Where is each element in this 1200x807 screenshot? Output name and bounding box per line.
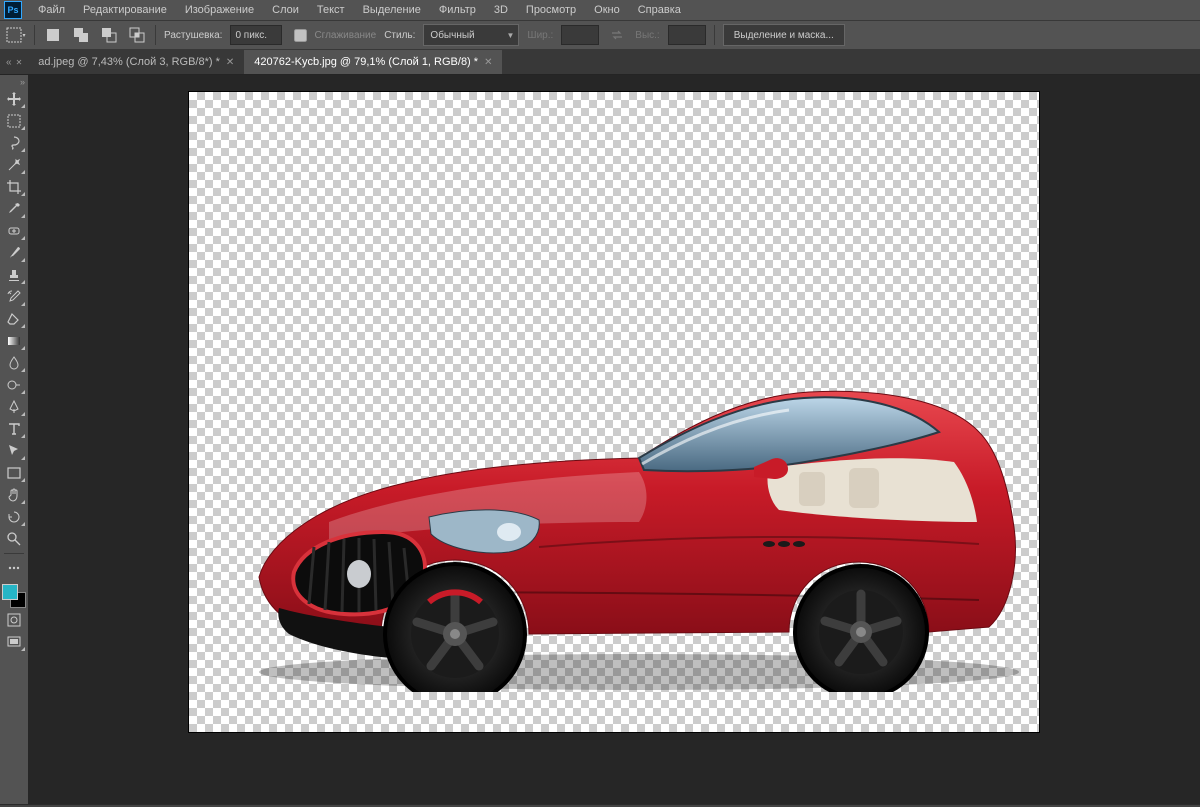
menu-help[interactable]: Справка xyxy=(630,2,689,18)
canvas-area[interactable] xyxy=(28,75,1200,804)
separator xyxy=(714,25,715,45)
document-canvas[interactable] xyxy=(188,91,1040,733)
tools-panel: » xyxy=(0,75,28,804)
menu-filter[interactable]: Фильтр xyxy=(431,2,484,18)
height-label: Выс.: xyxy=(635,30,659,41)
menu-image[interactable]: Изображение xyxy=(177,2,262,18)
menu-view[interactable]: Просмотр xyxy=(518,2,584,18)
height-input xyxy=(668,25,706,45)
swap-wh-icon xyxy=(607,25,627,45)
subtract-selection-icon[interactable] xyxy=(99,25,119,45)
move-tool-icon[interactable] xyxy=(2,89,26,109)
separator xyxy=(155,25,156,45)
marquee-tool-icon[interactable]: ▾ xyxy=(6,25,26,45)
color-swatches[interactable] xyxy=(2,584,26,608)
zoom-tool-icon[interactable] xyxy=(2,529,26,549)
type-tool-icon[interactable] xyxy=(2,419,26,439)
eyedropper-tool-icon[interactable] xyxy=(2,199,26,219)
brush-tool-icon[interactable] xyxy=(2,243,26,263)
screenmode-icon[interactable] xyxy=(2,632,26,652)
heal-tool-icon[interactable] xyxy=(2,221,26,241)
app-icon: Ps xyxy=(4,1,22,19)
new-selection-icon[interactable] xyxy=(43,25,63,45)
close-icon[interactable]: ✕ xyxy=(484,57,492,68)
close-icon[interactable]: ✕ xyxy=(226,57,234,68)
style-select[interactable]: Обычный xyxy=(423,24,519,46)
width-label: Шир.: xyxy=(527,30,553,41)
intersect-selection-icon[interactable] xyxy=(127,25,147,45)
menu-3d[interactable]: 3D xyxy=(486,2,516,18)
document-tab-1[interactable]: ad.jpeg @ 7,43% (Слой 3, RGB/8*) *✕ xyxy=(28,50,244,74)
separator xyxy=(4,553,24,554)
rotate-tool-icon[interactable] xyxy=(2,507,26,527)
add-selection-icon[interactable] xyxy=(71,25,91,45)
edit-toolbar-icon[interactable] xyxy=(2,558,26,578)
document-tab-2[interactable]: 420762-Kycb.jpg @ 79,1% (Слой 1, RGB/8) … xyxy=(244,50,502,74)
foreground-color-swatch[interactable] xyxy=(2,584,18,600)
menu-text[interactable]: Текст xyxy=(309,2,353,18)
menu-select[interactable]: Выделение xyxy=(355,2,429,18)
style-label: Стиль: xyxy=(384,30,415,41)
antialias-checkbox: Сглаживание xyxy=(290,26,376,45)
gradient-tool-icon[interactable] xyxy=(2,331,26,351)
pen-tool-icon[interactable] xyxy=(2,397,26,417)
crop-tool-icon[interactable] xyxy=(2,177,26,197)
stamp-tool-icon[interactable] xyxy=(2,265,26,285)
dodge-tool-icon[interactable] xyxy=(2,375,26,395)
menu-bar: Ps Файл Редактирование Изображение Слои … xyxy=(0,0,1200,20)
blur-tool-icon[interactable] xyxy=(2,353,26,373)
lasso-tool-icon[interactable] xyxy=(2,133,26,153)
menu-window[interactable]: Окно xyxy=(586,2,628,18)
hand-tool-icon[interactable] xyxy=(2,485,26,505)
separator xyxy=(34,25,35,45)
marquee-tool-icon[interactable] xyxy=(2,111,26,131)
feather-label: Растушевка: xyxy=(164,30,222,41)
feather-input[interactable] xyxy=(230,25,282,45)
options-bar: ▾ Растушевка: Сглаживание Стиль: Обычный… xyxy=(0,20,1200,50)
rectangle-tool-icon[interactable] xyxy=(2,463,26,483)
eraser-tool-icon[interactable] xyxy=(2,309,26,329)
car-image xyxy=(209,372,1029,692)
history-brush-tool-icon[interactable] xyxy=(2,287,26,307)
menu-edit[interactable]: Редактирование xyxy=(75,2,175,18)
collapse-icon[interactable]: » xyxy=(20,77,28,87)
quickmask-icon[interactable] xyxy=(2,610,26,630)
width-input xyxy=(561,25,599,45)
menu-layers[interactable]: Слои xyxy=(264,2,307,18)
document-tabs: «✕ ad.jpeg @ 7,43% (Слой 3, RGB/8*) *✕ 4… xyxy=(0,50,1200,75)
select-and-mask-button[interactable]: Выделение и маска... xyxy=(723,24,845,46)
path-select-tool-icon[interactable] xyxy=(2,441,26,461)
menu-file[interactable]: Файл xyxy=(30,2,73,18)
tab-pin[interactable]: «✕ xyxy=(0,57,28,68)
magic-wand-tool-icon[interactable] xyxy=(2,155,26,175)
